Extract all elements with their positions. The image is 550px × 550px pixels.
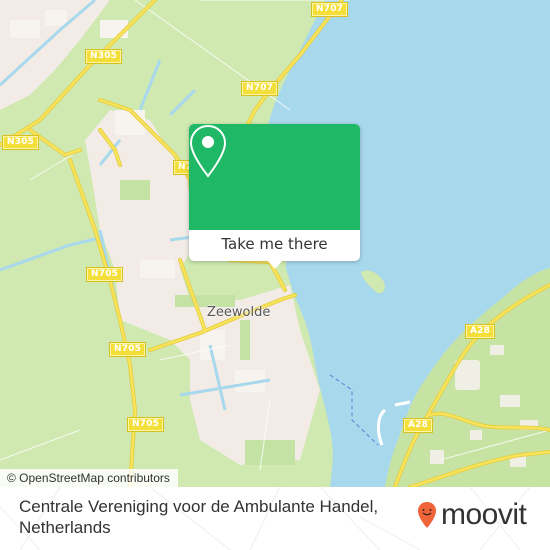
map-view[interactable]: N707 N305 N707 N305 N7 N705 N705 N705 A2… — [0, 0, 550, 487]
place-name-line1: Centrale Vereniging voor de Ambulante Ha… — [19, 497, 379, 516]
moovit-wordmark: moovit — [441, 498, 527, 531]
map-pin-icon — [189, 124, 227, 178]
road-label-n305: N305 — [84, 49, 123, 64]
road-label-n305: N305 — [1, 135, 40, 150]
road-label-n707: N707 — [310, 2, 349, 17]
moovit-pin-icon — [418, 502, 436, 528]
take-me-there-button[interactable]: Take me there — [189, 230, 360, 261]
road-label-a28: A28 — [464, 324, 496, 339]
popup-header — [189, 124, 360, 230]
road-label-n707: N707 — [240, 81, 279, 96]
road-label-n705: N705 — [85, 267, 124, 282]
place-name: Centrale Vereniging voor de Ambulante Ha… — [19, 496, 379, 538]
place-label-zeewolde: Zeewolde — [207, 305, 271, 320]
map-attribution[interactable]: © OpenStreetMap contributors — [0, 469, 178, 487]
location-popup: Take me there — [189, 124, 360, 269]
moovit-logo[interactable]: moovit — [417, 497, 527, 533]
place-name-line2: Netherlands — [19, 518, 111, 537]
popup-pointer — [267, 260, 283, 269]
road-label-n705: N705 — [108, 342, 147, 357]
road-label-a28: A28 — [402, 418, 434, 433]
road-label-n705: N705 — [126, 417, 165, 432]
footer: Centrale Vereniging voor de Ambulante Ha… — [0, 487, 550, 550]
